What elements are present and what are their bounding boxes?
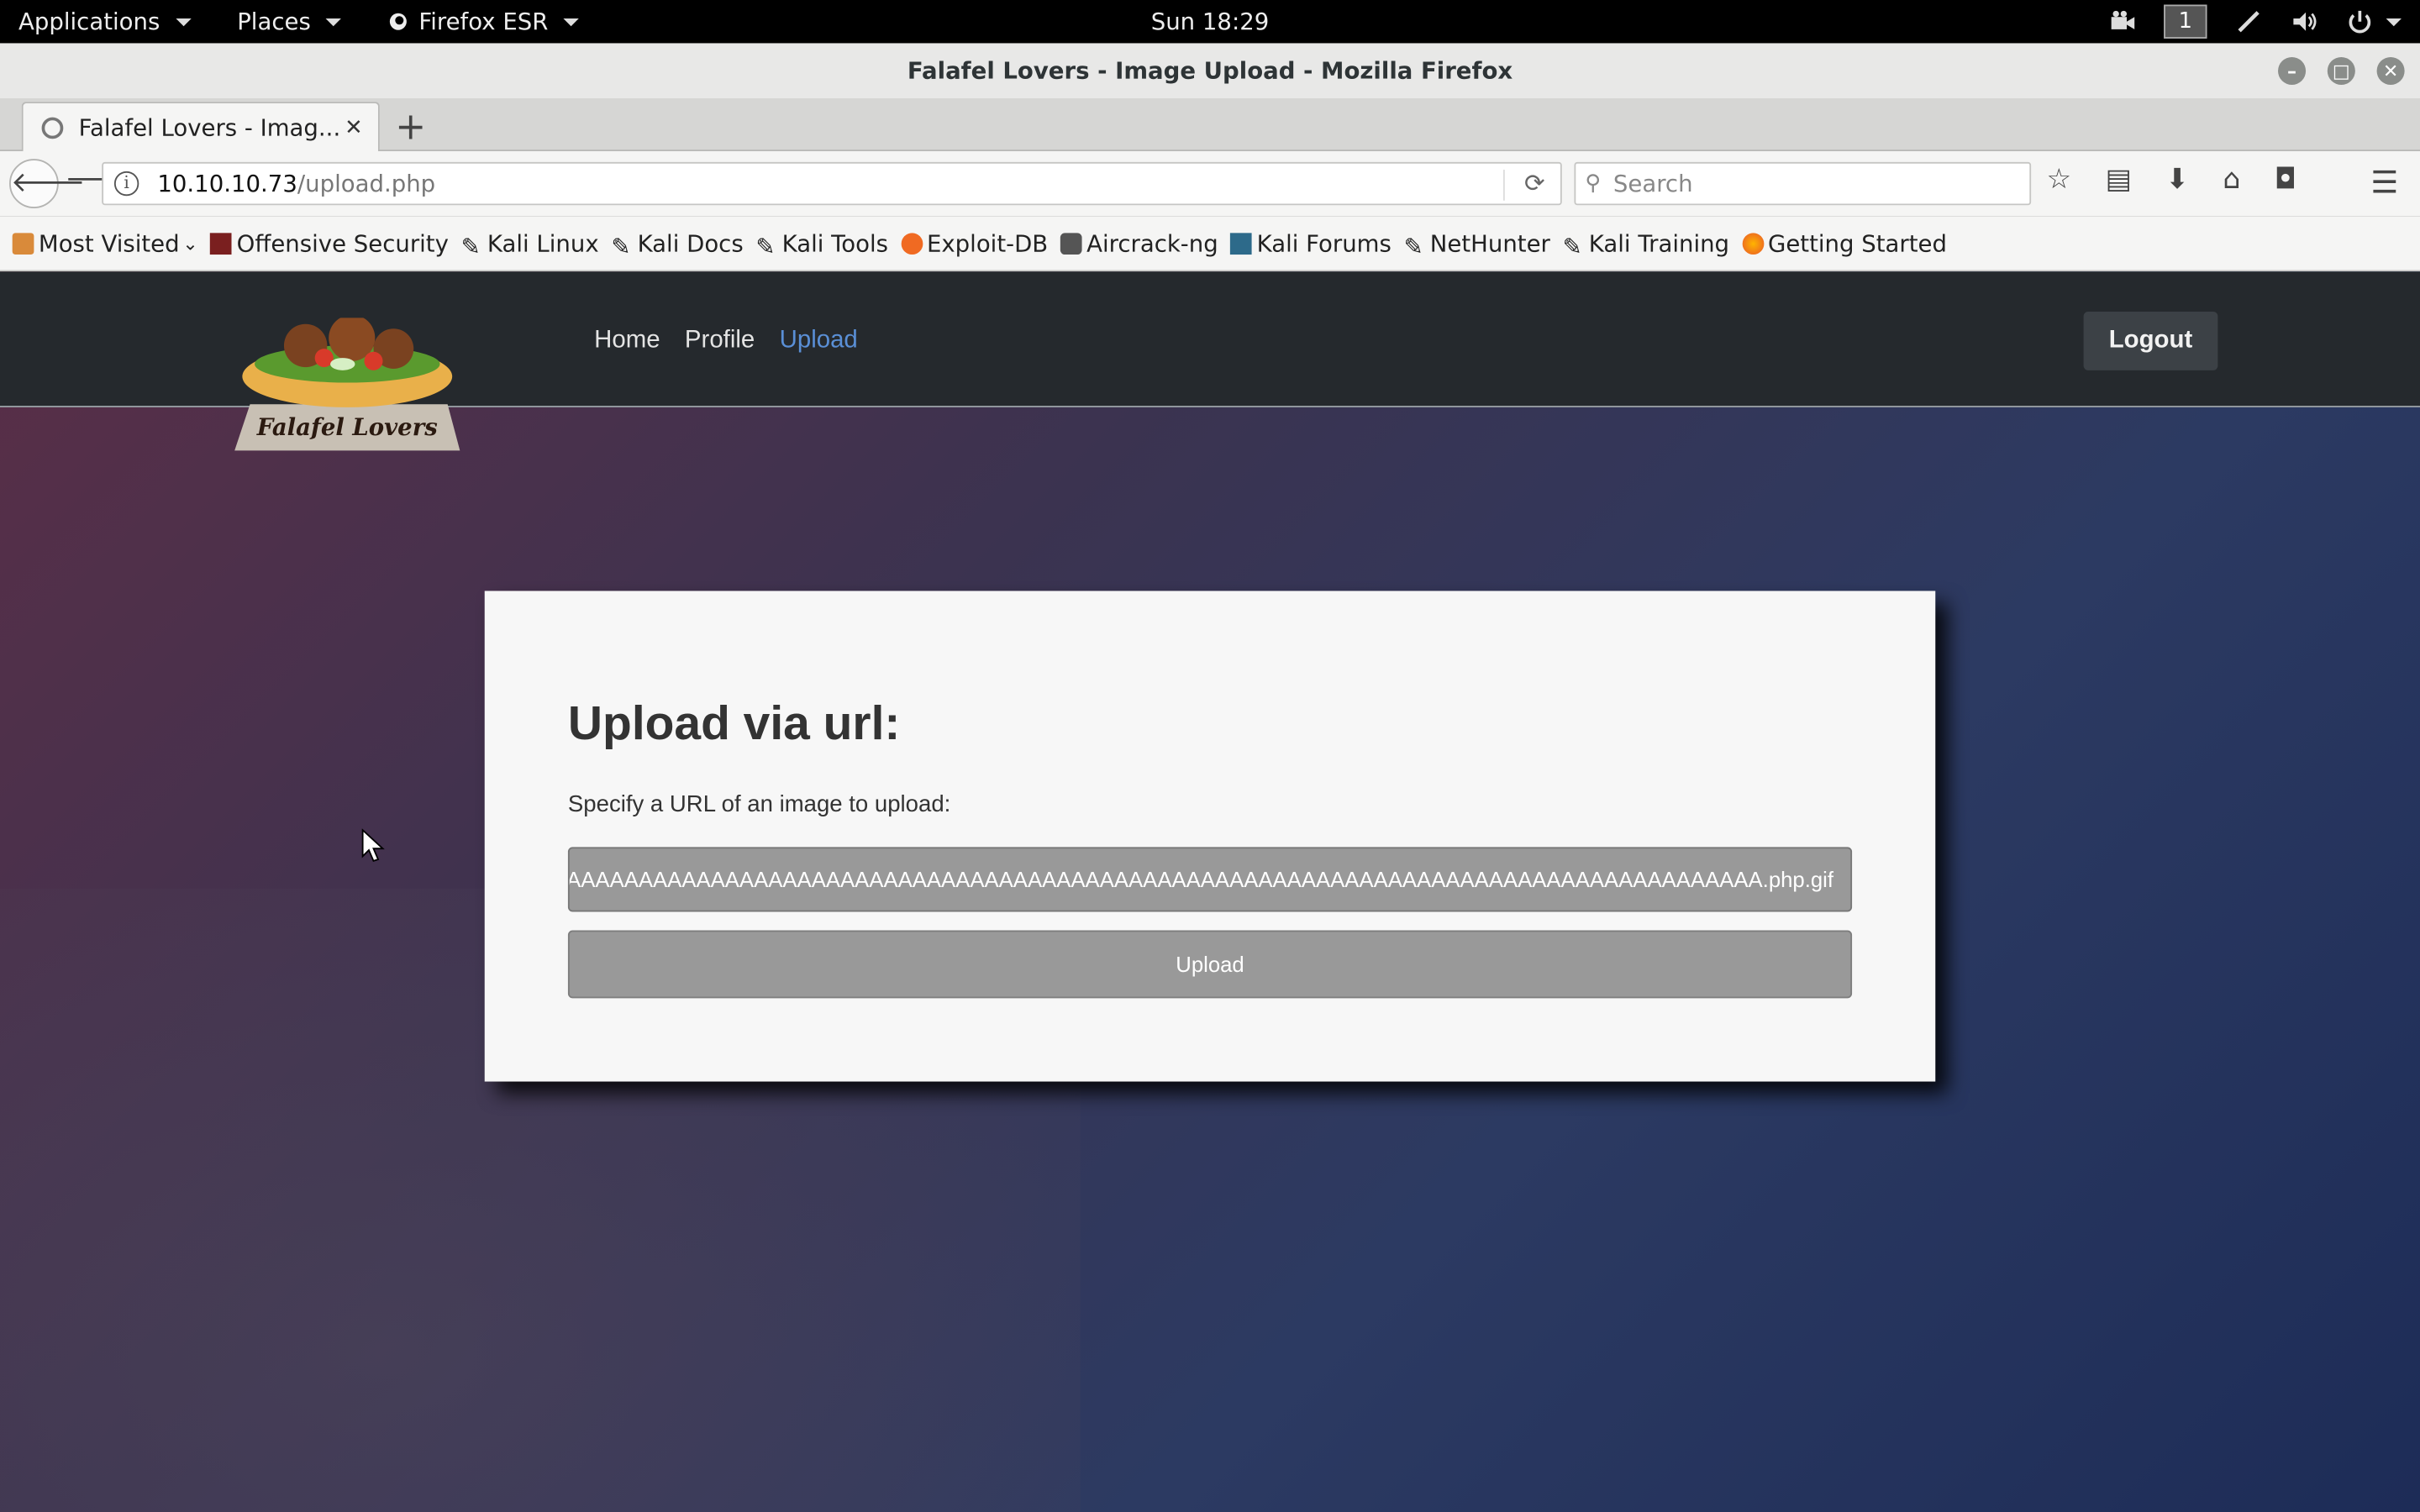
upload-card: Upload via url: Specify a URL of an imag…	[484, 591, 1936, 1082]
bookmark-label: Getting Started	[1767, 228, 1948, 257]
system-top-bar: Applications Places Firefox ESR Sun 18:2…	[0, 0, 2420, 44]
mouse-pointer-icon	[361, 828, 385, 863]
logout-button[interactable]: Logout	[2083, 312, 2218, 370]
aircrack-icon	[1060, 232, 1082, 255]
bookmark-label: NetHunter	[1429, 228, 1550, 257]
bookmark-exploit-db[interactable]: Exploit-DB	[900, 228, 1049, 257]
image-url-input[interactable]: AAAAAAAAAAAAAAAAAAAAAAAAAAAAAAAAAAAAAAAA…	[567, 847, 1853, 912]
bookmark-offensive-security[interactable]: Offensive Security	[210, 228, 449, 257]
menu-icon[interactable]: ☰	[2370, 164, 2398, 201]
firefox-icon	[390, 13, 408, 30]
bookmark-kali-linux[interactable]: ✎ Kali Linux	[460, 228, 599, 260]
tab-strip: Falafel Lovers - Imag... ✕ +	[0, 98, 2420, 153]
page-viewport: Home Profile Upload Logout Falafel Lover…	[0, 271, 2420, 1512]
chevron-down-icon	[175, 18, 192, 26]
kali-icon: ✎	[460, 232, 481, 260]
firefox-app-menu[interactable]: Firefox ESR	[388, 8, 580, 36]
tab-active[interactable]: Falafel Lovers - Imag... ✕	[21, 102, 380, 153]
applications-menu[interactable]: Applications	[18, 8, 192, 36]
upload-button[interactable]: Upload	[567, 930, 1853, 999]
applications-label: Applications	[18, 8, 160, 36]
chevron-down-icon	[563, 18, 580, 26]
url-bar[interactable]: i 10.10.10.73/upload.php ⟳	[102, 161, 1562, 206]
reading-list-icon[interactable]: ▤	[2106, 164, 2132, 197]
nav-home-link[interactable]: Home	[594, 327, 660, 354]
bookmark-star-icon[interactable]: ☆	[2047, 164, 2072, 197]
bookmark-kali-tools[interactable]: ✎ Kali Tools	[755, 228, 889, 260]
bookmark-label: Kali Linux	[487, 228, 599, 257]
logo-text: Falafel Lovers	[256, 414, 438, 441]
chevron-down-icon	[2386, 18, 2402, 26]
folder-icon	[12, 232, 34, 255]
search-icon: ⚲	[1585, 171, 1602, 197]
power-icon	[2349, 10, 2371, 34]
chevron-down-icon	[326, 18, 342, 26]
places-label: Places	[237, 8, 311, 36]
url-divider	[1502, 170, 1505, 201]
kali-icon: ✎	[611, 232, 631, 260]
kali-icon: ✎	[755, 232, 776, 260]
bookmark-kali-docs[interactable]: ✎ Kali Docs	[611, 228, 744, 260]
upload-heading: Upload via url:	[567, 696, 901, 750]
bookmark-kali-forums[interactable]: Kali Forums	[1230, 228, 1392, 257]
window-title: Falafel Lovers - Image Upload - Mozilla …	[907, 56, 1513, 86]
bookmark-label: Kali Tools	[781, 228, 889, 257]
kali-icon: ✎	[1562, 232, 1582, 260]
upload-description: Specify a URL of an image to upload:	[567, 791, 951, 818]
places-menu[interactable]: Places	[237, 8, 342, 36]
volume-icon[interactable]	[2291, 8, 2318, 35]
bookmark-label: Aircrack-ng	[1086, 228, 1218, 257]
nav-upload-link[interactable]: Upload	[780, 327, 858, 354]
falafel-lovers-logo[interactable]: Falafel Lovers	[232, 318, 464, 456]
firefox-icon	[1741, 232, 1764, 255]
bookmark-label: Kali Forums	[1256, 228, 1392, 257]
bookmark-getting-started[interactable]: Getting Started	[1741, 228, 1948, 257]
minimize-button[interactable]: –	[2278, 56, 2307, 86]
firefox-label: Firefox ESR	[418, 8, 549, 36]
home-icon[interactable]: ⌂	[2223, 164, 2240, 197]
back-button[interactable]: 🡐	[9, 159, 86, 208]
forums-icon	[1230, 232, 1253, 255]
url-path: /upload.php	[297, 170, 436, 198]
bookmark-aircrack-ng[interactable]: Aircrack-ng	[1060, 229, 1218, 257]
bookmarks-toolbar: Most Visited ⌄ Offensive Security ✎ Kali…	[0, 216, 2420, 272]
site-info-icon[interactable]: i	[113, 171, 139, 197]
url-host: 10.10.10.73	[157, 170, 297, 198]
search-bar[interactable]: ⚲ Search	[1574, 161, 2032, 206]
bookmark-nethunter[interactable]: ✎ NetHunter	[1403, 228, 1550, 260]
system-tray: 1	[2108, 0, 2402, 43]
workspace-indicator[interactable]: 1	[2164, 4, 2207, 39]
globe-icon	[41, 117, 64, 139]
tab-label: Falafel Lovers - Imag...	[78, 113, 341, 142]
exploitdb-icon	[900, 232, 923, 255]
bookmark-label: Offensive Security	[236, 228, 449, 257]
search-placeholder: Search	[1612, 170, 1693, 198]
new-tab-button[interactable]: +	[395, 105, 426, 148]
bookmark-kali-training[interactable]: ✎ Kali Training	[1562, 228, 1730, 260]
bookmark-label: Exploit-DB	[926, 228, 1049, 257]
bookmark-label: Kali Training	[1588, 228, 1730, 257]
close-tab-icon[interactable]: ✕	[345, 116, 363, 140]
reload-icon[interactable]: ⟳	[1524, 168, 1545, 197]
pocket-icon[interactable]: ◘	[2275, 164, 2296, 197]
close-window-button[interactable]: ✕	[2376, 56, 2405, 86]
image-url-value: AAAAAAAAAAAAAAAAAAAAAAAAAAAAAAAAAAAAAAAA…	[567, 867, 1834, 892]
window-title-bar: Falafel Lovers - Image Upload - Mozilla …	[0, 43, 2420, 99]
bookmark-label: Most Visited	[38, 228, 180, 257]
pen-icon[interactable]	[2235, 8, 2263, 35]
kali-icon: ✎	[1403, 232, 1423, 260]
bookmark-most-visited[interactable]: Most Visited ⌄	[12, 228, 198, 257]
nav-profile-link[interactable]: Profile	[685, 327, 755, 354]
bookmark-label: Kali Docs	[637, 228, 744, 257]
chevron-down-icon: ⌄	[182, 232, 198, 255]
nav-toolbar: 🡐 🡒 i 10.10.10.73/upload.php ⟳ ⚲ Search …	[0, 151, 2420, 217]
offsec-icon	[210, 232, 233, 255]
clock[interactable]: Sun 18:29	[0, 8, 2420, 35]
power-menu[interactable]	[2346, 8, 2402, 35]
download-icon[interactable]: ⬇	[2165, 164, 2189, 197]
video-camera-icon[interactable]	[2108, 8, 2136, 35]
maximize-button[interactable]: □	[2327, 56, 2355, 86]
